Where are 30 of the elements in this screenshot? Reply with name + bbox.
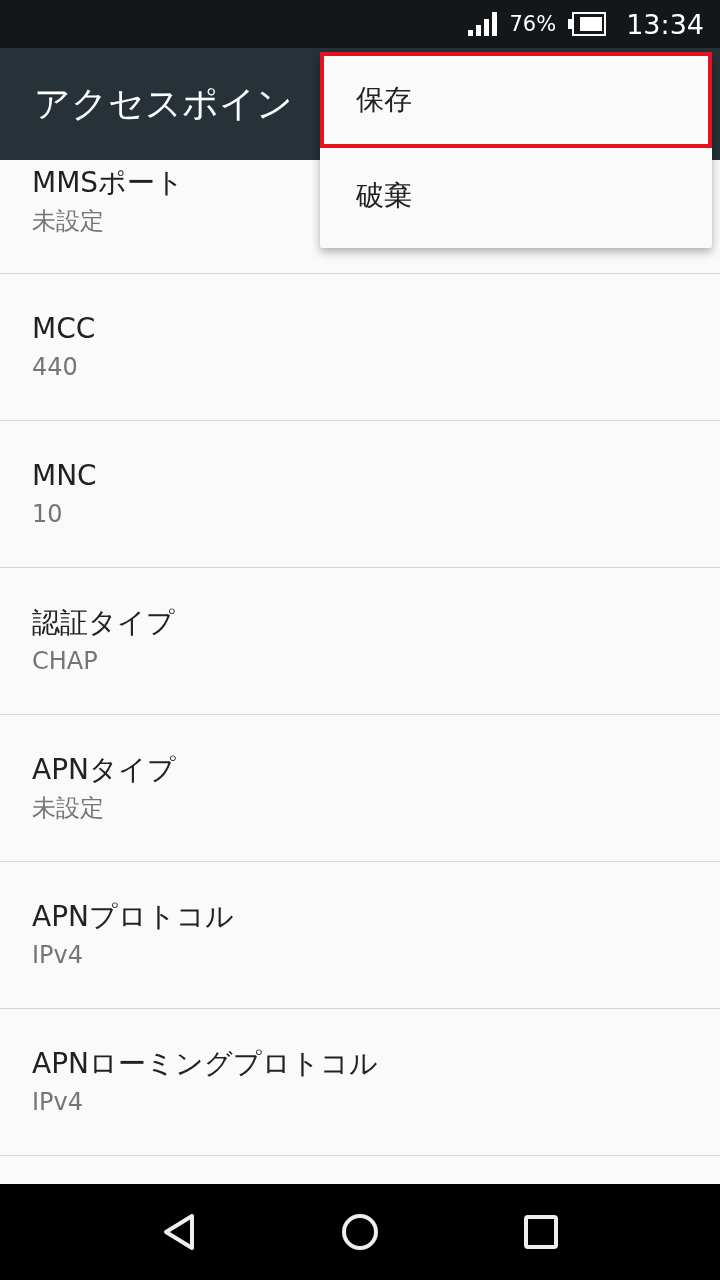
settings-row[interactable]: MCC 440 — [0, 274, 720, 421]
battery-percent: 76% — [509, 12, 557, 36]
setting-value: 10 — [32, 499, 63, 530]
menu-item[interactable]: 破棄 — [320, 148, 712, 244]
settings-row[interactable]: MNC 10 — [0, 421, 720, 568]
setting-value: CHAP — [32, 646, 98, 677]
settings-row[interactable]: APNローミングプロトコル IPv4 — [0, 1009, 720, 1156]
settings-row[interactable]: APNプロトコル IPv4 — [0, 862, 720, 1009]
setting-title: APNローミングプロトコル — [32, 1046, 378, 1082]
clock: 13:34 — [626, 8, 704, 40]
recents-icon[interactable] — [524, 1215, 558, 1249]
signal-icon — [467, 12, 498, 36]
home-icon[interactable] — [341, 1213, 379, 1251]
setting-value: 未設定 — [32, 206, 104, 237]
settings-row[interactable]: APNタイプ 未設定 — [0, 715, 720, 862]
setting-value: 未設定 — [32, 793, 104, 824]
setting-value: IPv4 — [32, 1087, 84, 1118]
setting-value: IPv4 — [32, 940, 84, 971]
setting-title: MNC — [32, 458, 97, 494]
setting-title: APNタイプ — [32, 752, 176, 788]
setting-title: MMSポート — [32, 165, 185, 201]
setting-title: 認証タイプ — [32, 605, 175, 641]
menu-item[interactable]: 保存 — [320, 52, 712, 148]
setting-title: APNプロトコル — [32, 899, 234, 935]
battery-icon — [568, 12, 607, 36]
setting-value: 440 — [32, 352, 78, 383]
back-icon[interactable] — [162, 1213, 196, 1251]
setting-title: MCC — [32, 311, 96, 347]
screen-title: アクセスポイン — [34, 81, 293, 126]
settings-row[interactable]: 認証タイプ CHAP — [0, 568, 720, 715]
